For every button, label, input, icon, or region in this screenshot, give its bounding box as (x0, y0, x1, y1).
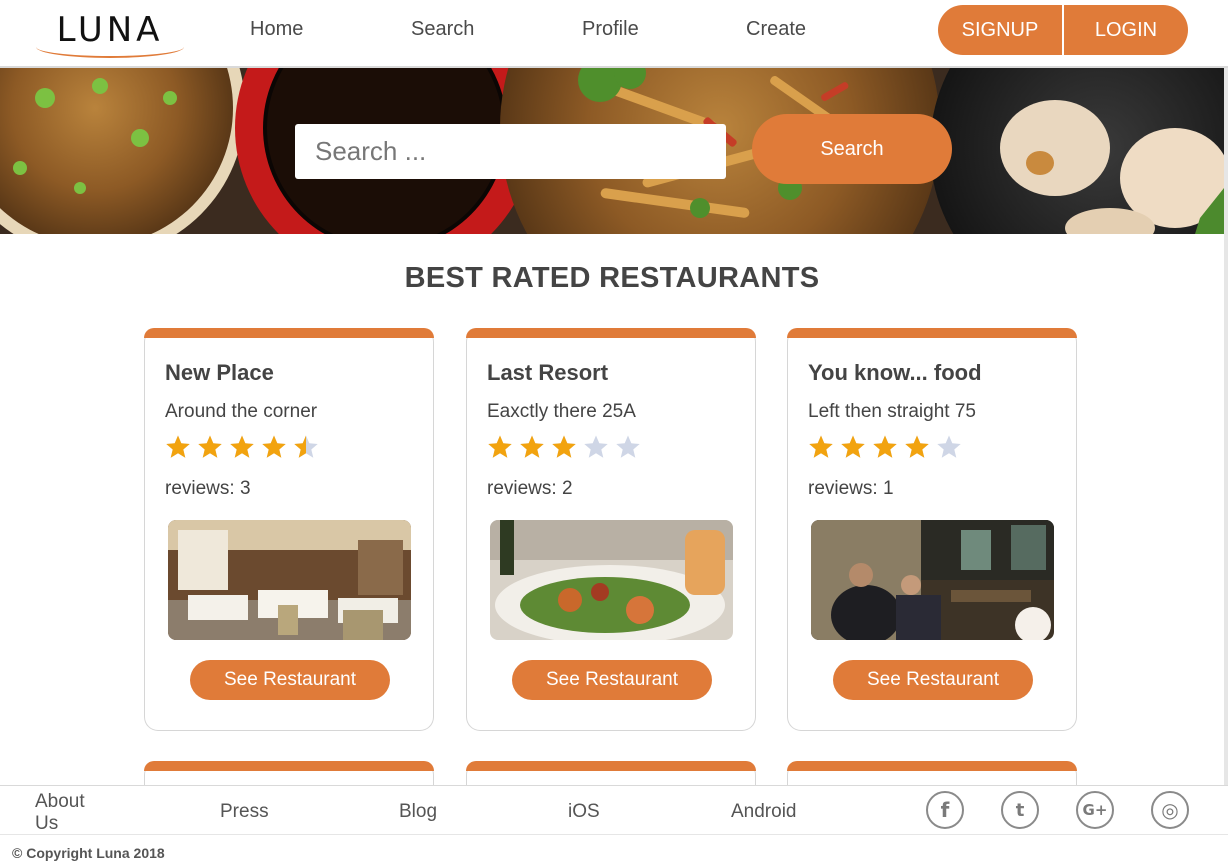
star-filled-icon (230, 435, 254, 458)
restaurant-name: Last Resort (487, 360, 609, 385)
footer-about-us[interactable]: About Us (35, 791, 95, 835)
hero-search-button[interactable]: Search (752, 114, 952, 184)
rating-stars (165, 434, 319, 462)
footer-press[interactable]: Press (220, 801, 269, 823)
restaurant-card: Last Resort Eaxctly there 25A reviews: 2… (466, 328, 756, 731)
review-count: reviews: 3 (165, 478, 251, 499)
see-restaurant-button[interactable]: See Restaurant (833, 660, 1033, 700)
restaurant-photo (811, 520, 1054, 640)
twitter-icon[interactable]: t (1001, 791, 1039, 829)
nav-profile[interactable]: Profile (582, 18, 639, 41)
instagram-icon[interactable]: ◎ (1151, 791, 1189, 829)
review-count: reviews: 2 (487, 478, 573, 499)
luna-logo[interactable]: LUNA (36, 8, 184, 58)
top-navbar: LUNA Home Search Profile Create SIGNUP L… (0, 0, 1228, 68)
review-count: reviews: 1 (808, 478, 894, 499)
page-scrollbar[interactable] (1224, 68, 1228, 786)
star-empty-icon (584, 435, 608, 458)
star-filled-icon (809, 435, 833, 458)
restaurant-address: Eaxctly there 25A (487, 401, 636, 422)
nav-home[interactable]: Home (250, 18, 303, 41)
rating-stars (487, 434, 641, 462)
restaurant-photo (490, 520, 733, 640)
star-filled-icon (198, 435, 222, 458)
star-filled-icon (552, 435, 576, 458)
star-filled-icon (841, 435, 865, 458)
nav-search[interactable]: Search (411, 18, 474, 41)
see-restaurant-button[interactable]: See Restaurant (512, 660, 712, 700)
login-button[interactable]: LOGIN (1062, 5, 1188, 55)
copyright-text: © Copyright Luna 2018 (12, 845, 165, 861)
hero-search-input[interactable] (295, 124, 726, 179)
restaurant-name: New Place (165, 360, 274, 385)
restaurant-address: Left then straight 75 (808, 401, 976, 422)
footer-ios[interactable]: iOS (568, 801, 600, 823)
star-filled-icon (166, 435, 190, 458)
star-filled-icon (520, 435, 544, 458)
signup-button[interactable]: SIGNUP (938, 5, 1062, 55)
rating-stars (808, 434, 962, 462)
section-title: BEST RATED RESTAURANTS (404, 262, 820, 294)
restaurant-name: You know... food (808, 360, 982, 385)
nav-create[interactable]: Create (746, 18, 806, 41)
restaurant-card: New Place Around the corner reviews: 3 S… (144, 328, 434, 731)
restaurant-address: Around the corner (165, 401, 318, 422)
see-restaurant-button[interactable]: See Restaurant (190, 660, 390, 700)
facebook-icon[interactable]: f (926, 791, 964, 829)
logo-swoosh (36, 36, 184, 58)
footer-blog[interactable]: Blog (399, 801, 437, 823)
restaurant-card: You know... food Left then straight 75 r… (787, 328, 1077, 731)
star-filled-icon (873, 435, 897, 458)
footer-bar: About Us Press Blog iOS Android f t G+ ◎ (0, 785, 1228, 835)
star-filled-icon (905, 435, 929, 458)
star-empty-icon (616, 435, 640, 458)
star-half-icon (294, 435, 318, 458)
star-empty-icon (937, 435, 961, 458)
hero-banner: Search (0, 68, 1224, 234)
footer-android[interactable]: Android (731, 801, 797, 823)
auth-buttons: SIGNUP LOGIN (938, 5, 1188, 55)
restaurant-photo (168, 520, 411, 640)
star-filled-icon (262, 435, 286, 458)
star-filled-icon (488, 435, 512, 458)
google-plus-icon[interactable]: G+ (1076, 791, 1114, 829)
